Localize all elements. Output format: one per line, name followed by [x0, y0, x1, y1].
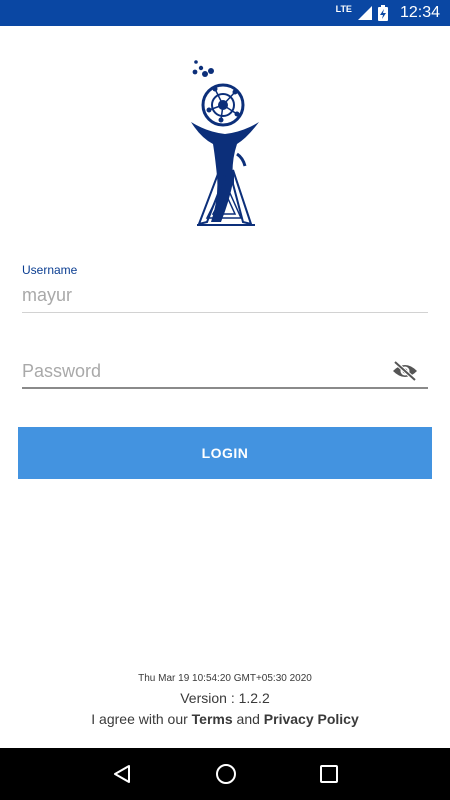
build-timestamp: Thu Mar 19 10:54:20 GMT+05:30 2020 — [138, 673, 312, 684]
home-icon[interactable] — [215, 763, 237, 785]
password-underline — [22, 387, 428, 389]
username-underline — [22, 312, 428, 313]
version-text: Version : 1.2.2 — [180, 690, 270, 706]
privacy-policy-link[interactable]: Privacy Policy — [264, 711, 359, 727]
agreement-prefix: I agree with our — [91, 711, 192, 727]
terms-link[interactable]: Terms — [192, 711, 233, 727]
agreement-text: I agree with our Terms and Privacy Polic… — [0, 711, 450, 727]
password-field[interactable]: Password — [22, 355, 428, 389]
battery-charging-icon — [377, 5, 388, 21]
username-field[interactable]: Username mayur — [22, 262, 428, 313]
signal-icon — [357, 6, 372, 20]
back-icon[interactable] — [112, 764, 132, 784]
eye-off-icon[interactable] — [392, 361, 418, 381]
username-label: Username — [22, 263, 78, 277]
network-type: LTE — [335, 4, 352, 14]
clock: 12:34 — [399, 4, 440, 21]
recents-icon[interactable] — [320, 765, 339, 783]
agreement-and: and — [232, 711, 264, 727]
status-bar: LTE 12:34 — [0, 0, 450, 26]
trophy-molecule-logo — [191, 60, 259, 226]
navigation-bar — [0, 748, 450, 800]
login-button[interactable]: LOGIN — [18, 427, 432, 479]
password-input[interactable]: Password — [22, 355, 428, 387]
username-input[interactable]: mayur — [22, 278, 428, 312]
